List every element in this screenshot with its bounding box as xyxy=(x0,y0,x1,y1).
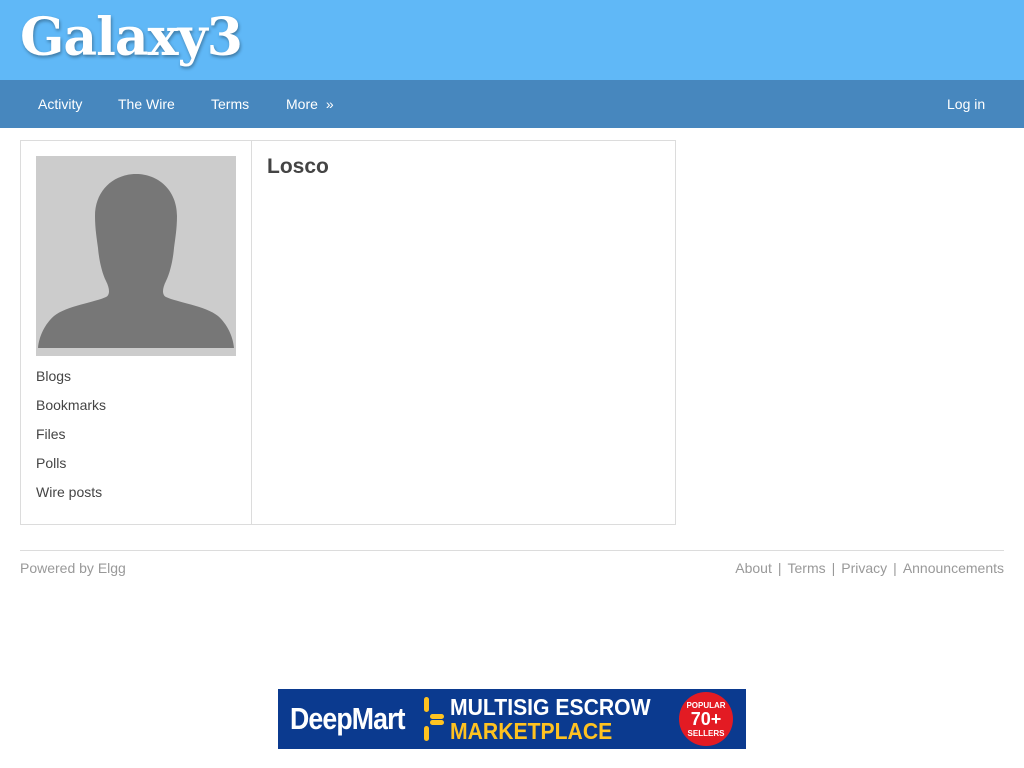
footer-separator: | xyxy=(831,560,836,576)
powered-by-link[interactable]: Powered by Elgg xyxy=(20,559,126,577)
profile-panel: Blogs Bookmarks Files Polls Wire posts L… xyxy=(20,140,676,525)
user-silhouette-icon xyxy=(38,174,234,348)
owner-link-item: Polls xyxy=(36,453,106,482)
ad-headline: MULTISIG ESCROW xyxy=(450,694,651,720)
ad-badge: POPULAR 70+ SELLERS xyxy=(679,692,733,746)
footer-divider xyxy=(20,550,1004,551)
login-link[interactable]: Log in xyxy=(947,80,985,128)
owner-link-files[interactable]: Files xyxy=(36,426,66,442)
profile-name: Losco xyxy=(267,155,329,178)
double-chevron-right-icon: » xyxy=(325,96,334,112)
owner-link-item: Bookmarks xyxy=(36,395,106,424)
ad-brand-name: DeepMart xyxy=(290,701,405,736)
owner-link-bookmarks[interactable]: Bookmarks xyxy=(36,397,106,413)
footer-separator: | xyxy=(777,560,782,576)
footer-link-terms[interactable]: Terms xyxy=(788,560,826,576)
ad-subheadline: MARKETPLACE xyxy=(450,718,613,744)
site-title-link[interactable]: Galaxy3 xyxy=(20,4,243,72)
nav-activity[interactable]: Activity xyxy=(38,80,82,128)
nav-more[interactable]: More » xyxy=(286,80,334,128)
owner-block: Blogs Bookmarks Files Polls Wire posts xyxy=(21,141,252,524)
footer-link-about[interactable]: About xyxy=(735,560,772,576)
footer-menu: About | Terms | Privacy | Announcements xyxy=(735,559,1004,577)
site-header: Galaxy3 xyxy=(0,0,1024,80)
owner-link-blogs[interactable]: Blogs xyxy=(36,368,71,384)
nav-terms[interactable]: Terms xyxy=(211,80,249,128)
footer-link-privacy[interactable]: Privacy xyxy=(841,560,887,576)
profile-details: Losco xyxy=(267,153,329,181)
owner-link-item: Wire posts xyxy=(36,482,106,511)
ad-banner[interactable]: DeepMart MULTISIG ESCROW MARKETPLACE POP… xyxy=(278,689,746,749)
ad-badge-bottom-text: SELLERS xyxy=(687,729,725,738)
owner-link-item: Blogs xyxy=(36,366,106,395)
footer-separator: | xyxy=(893,560,897,576)
ad-badge-number: 70+ xyxy=(690,709,722,729)
footer-link-announcements[interactable]: Announcements xyxy=(903,560,1004,576)
avatar[interactable] xyxy=(36,156,236,356)
owner-link-polls[interactable]: Polls xyxy=(36,455,66,471)
owner-link-wire-posts[interactable]: Wire posts xyxy=(36,484,102,500)
nav-more-label: More xyxy=(286,96,318,112)
main-nav: Activity The Wire Terms More » Log in xyxy=(0,80,1024,128)
nav-the-wire[interactable]: The Wire xyxy=(118,80,175,128)
spark-icon xyxy=(424,697,444,741)
owner-link-item: Files xyxy=(36,424,106,453)
owner-links-menu: Blogs Bookmarks Files Polls Wire posts xyxy=(36,366,106,511)
